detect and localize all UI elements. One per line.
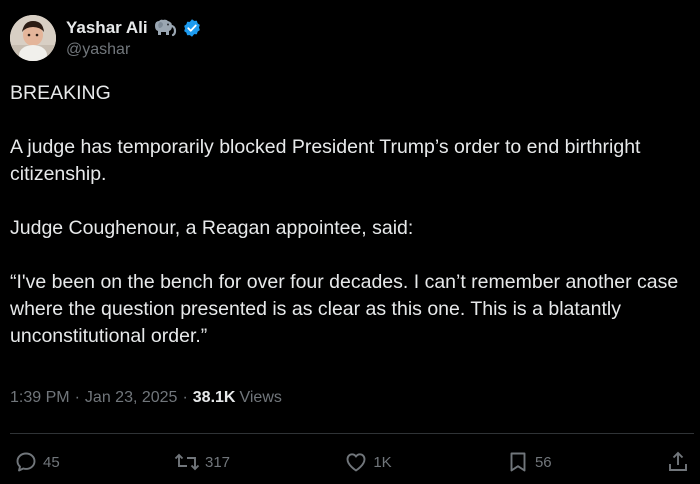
tweet-paragraph: Judge Coughenour, a Reagan appointee, sa… <box>10 217 414 239</box>
tweet-meta: 1:39 PM · Jan 23, 2025 · 38.1K Views <box>10 389 282 407</box>
tweet-text: BREAKING A judge has temporarily blocked… <box>10 80 690 350</box>
views-count[interactable]: 38.1K <box>193 389 236 407</box>
tweet-date[interactable]: Jan 23, 2025 <box>85 389 178 407</box>
reply-icon <box>14 450 38 474</box>
like-button[interactable]: 1K <box>344 450 392 474</box>
divider <box>10 433 694 434</box>
reply-button[interactable]: 45 <box>14 450 60 474</box>
handle[interactable]: @yashar <box>66 41 202 59</box>
action-bar: 45 317 1K 56 <box>14 448 690 476</box>
reply-count: 45 <box>43 453 60 471</box>
tweet-paragraph: BREAKING <box>10 82 111 104</box>
display-name[interactable]: Yashar Ali <box>66 18 148 38</box>
repost-button[interactable]: 317 <box>174 450 230 474</box>
verified-badge-icon <box>182 18 202 38</box>
elephant-icon <box>153 18 177 38</box>
meta-separator: · <box>74 389 80 406</box>
tweet-paragraph: “I've been on the bench for over four de… <box>10 271 679 347</box>
repost-icon <box>174 450 200 474</box>
views-label: Views <box>239 389 282 406</box>
avatar[interactable] <box>10 15 56 61</box>
share-button[interactable] <box>666 450 690 474</box>
share-icon <box>666 450 690 474</box>
meta-separator: · <box>182 389 188 406</box>
tweet-time[interactable]: 1:39 PM <box>10 389 70 407</box>
bookmark-icon <box>506 450 530 474</box>
tweet-header: Yashar Ali @yashar <box>10 14 202 62</box>
bookmark-count: 56 <box>534 453 552 471</box>
repost-count: 317 <box>204 453 231 471</box>
tweet-paragraph: A judge has temporarily blocked Presiden… <box>10 136 641 185</box>
bookmark-button[interactable]: 56 <box>506 450 552 474</box>
like-count: 1K <box>373 453 392 471</box>
heart-icon <box>344 450 368 474</box>
